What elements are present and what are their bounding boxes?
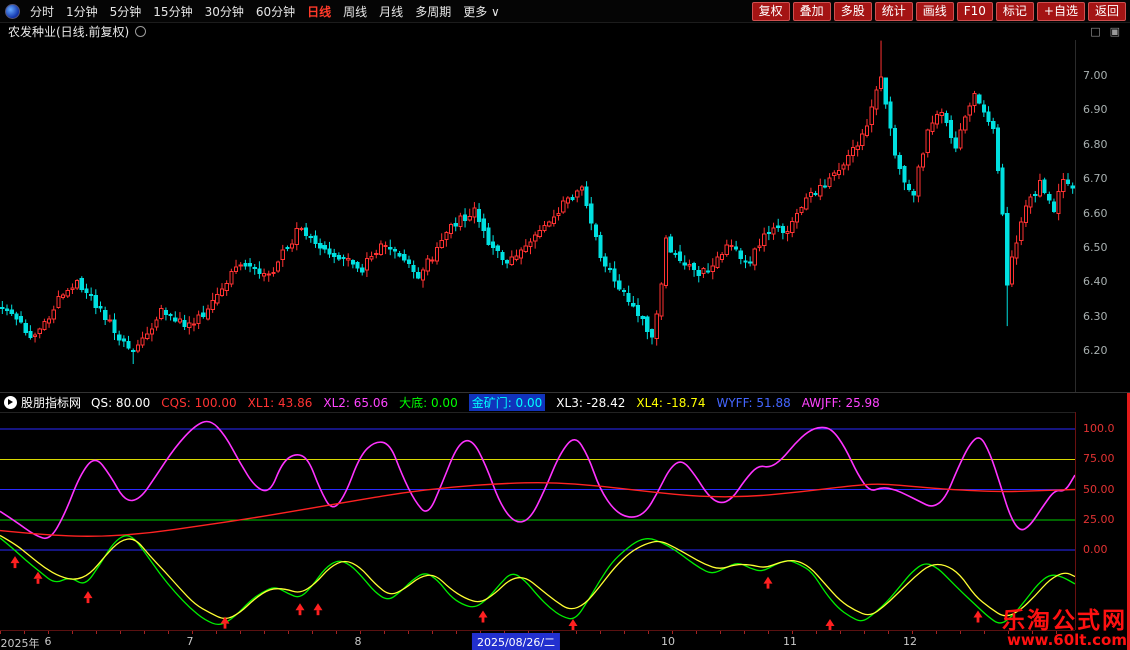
indicator-value: QS: 80.00: [91, 396, 150, 410]
time-axis[interactable]: 2025年 6 7 8 10 11 12 2025/08/26/二: [0, 630, 1075, 650]
toolbar-button[interactable]: F10: [957, 2, 993, 21]
time-axis-label: 8: [355, 635, 362, 648]
watermark: 乐淘公式网 www.60lt.com: [1002, 609, 1127, 649]
time-axis-label: 10: [661, 635, 675, 648]
indicator-value: WYFF: 51.88: [716, 396, 790, 410]
indicator-header: 股朋指标网 QS: 80.00 CQS: 100.00 XL1: 43.86 XL2:…: [0, 393, 1130, 412]
period-tab[interactable]: 日线: [301, 3, 337, 20]
indicator-values: QS: 80.00 CQS: 100.00 XL1: 43.86 XL2: 65.06…: [91, 394, 880, 411]
period-tabs: 分时1分钟5分钟15分钟30分钟60分钟日线周线月线多周期更多 ∨: [24, 3, 506, 20]
indicator-value: XL2: 65.06: [323, 396, 388, 410]
indicator-value: AWJFF: 25.98: [802, 396, 880, 410]
indicator-axis-label: 0.00: [1083, 543, 1108, 556]
price-axis-label: 6.80: [1083, 138, 1108, 151]
window-controls: □ ▣: [1090, 25, 1130, 38]
indicator-value: XL1: 43.86: [248, 396, 313, 410]
price-axis-label: 6.50: [1083, 241, 1108, 254]
toolbar-button[interactable]: 叠加: [793, 2, 831, 21]
indicator-value: XL4: -18.74: [636, 396, 705, 410]
period-tab[interactable]: 更多 ∨: [457, 3, 506, 20]
toolbar-button[interactable]: +自选: [1037, 2, 1085, 21]
price-axis-label: 6.60: [1083, 207, 1108, 220]
period-tab[interactable]: 1分钟: [60, 3, 104, 20]
window-panel-icon[interactable]: ▣: [1110, 25, 1120, 38]
toolbar-button[interactable]: 画线: [916, 2, 954, 21]
app-icon[interactable]: [5, 4, 20, 19]
titlebar: 农发种业(日线.前复权) □ ▣: [0, 22, 1130, 40]
price-axis: 7.00 6.90 6.80 6.70 6.60 6.50 6.40 6.30 6.20: [1075, 40, 1130, 392]
watermark-title: 乐淘公式网: [1002, 609, 1127, 633]
period-tab[interactable]: 分时: [24, 3, 60, 20]
indicator-value: XL3: -28.42: [556, 396, 625, 410]
toolbar-button[interactable]: 标记: [996, 2, 1034, 21]
price-axis-label: 6.40: [1083, 275, 1108, 288]
toolbar-actions: 复权叠加多股统计画线F10标记+自选返回: [752, 2, 1130, 21]
chart-title: 农发种业(日线.前复权): [8, 23, 129, 40]
period-tab[interactable]: 60分钟: [250, 3, 301, 20]
candlestick-chart[interactable]: [0, 40, 1075, 392]
selected-date-badge[interactable]: 2025/08/26/二: [472, 633, 560, 650]
toolbar-button[interactable]: 多股: [834, 2, 872, 21]
time-axis-label: 7: [187, 635, 194, 648]
toolbar-button[interactable]: 返回: [1088, 2, 1126, 21]
indicator-axis: 100.0 75.00 50.00 25.00 0.00: [1075, 412, 1130, 630]
time-axis-label: 12: [903, 635, 917, 648]
brand-logo-icon: [4, 396, 17, 409]
window-restore-icon[interactable]: □: [1090, 25, 1100, 38]
indicator-value: 金矿门: 0.00: [469, 394, 546, 411]
time-axis-label: 2025年: [1, 635, 40, 650]
toolbar: 分时1分钟5分钟15分钟30分钟60分钟日线周线月线多周期更多 ∨ 复权叠加多股…: [0, 0, 1130, 23]
period-tab[interactable]: 月线: [373, 3, 409, 20]
indicator-axis-label: 100.0: [1083, 422, 1115, 435]
period-tab[interactable]: 30分钟: [199, 3, 250, 20]
price-axis-label: 6.20: [1083, 344, 1108, 357]
app-window: 分时1分钟5分钟15分钟30分钟60分钟日线周线月线多周期更多 ∨ 复权叠加多股…: [0, 0, 1130, 650]
period-tab[interactable]: 周线: [337, 3, 373, 20]
price-axis-label: 7.00: [1083, 69, 1108, 82]
toolbar-button[interactable]: 复权: [752, 2, 790, 21]
price-axis-label: 6.90: [1083, 103, 1108, 116]
period-tab[interactable]: 15分钟: [147, 3, 198, 20]
price-axis-label: 6.70: [1083, 172, 1108, 185]
screenshot-icon[interactable]: [135, 26, 146, 37]
period-tab[interactable]: 多周期: [409, 3, 457, 20]
time-axis-label: 11: [783, 635, 797, 648]
indicator-axis-label: 75.00: [1083, 452, 1115, 465]
time-axis-label: 6: [45, 635, 52, 648]
toolbar-button[interactable]: 统计: [875, 2, 913, 21]
watermark-url: www.60lt.com: [1002, 633, 1127, 649]
price-axis-label: 6.30: [1083, 310, 1108, 323]
indicator-axis-label: 50.00: [1083, 483, 1115, 496]
indicator-axis-label: 25.00: [1083, 513, 1115, 526]
indicator-value: CQS: 100.00: [161, 396, 236, 410]
indicator-brand: 股朋指标网: [21, 394, 81, 411]
period-tab[interactable]: 5分钟: [104, 3, 148, 20]
indicator-chart[interactable]: [0, 412, 1075, 631]
indicator-value: 大底: 0.00: [399, 394, 458, 411]
